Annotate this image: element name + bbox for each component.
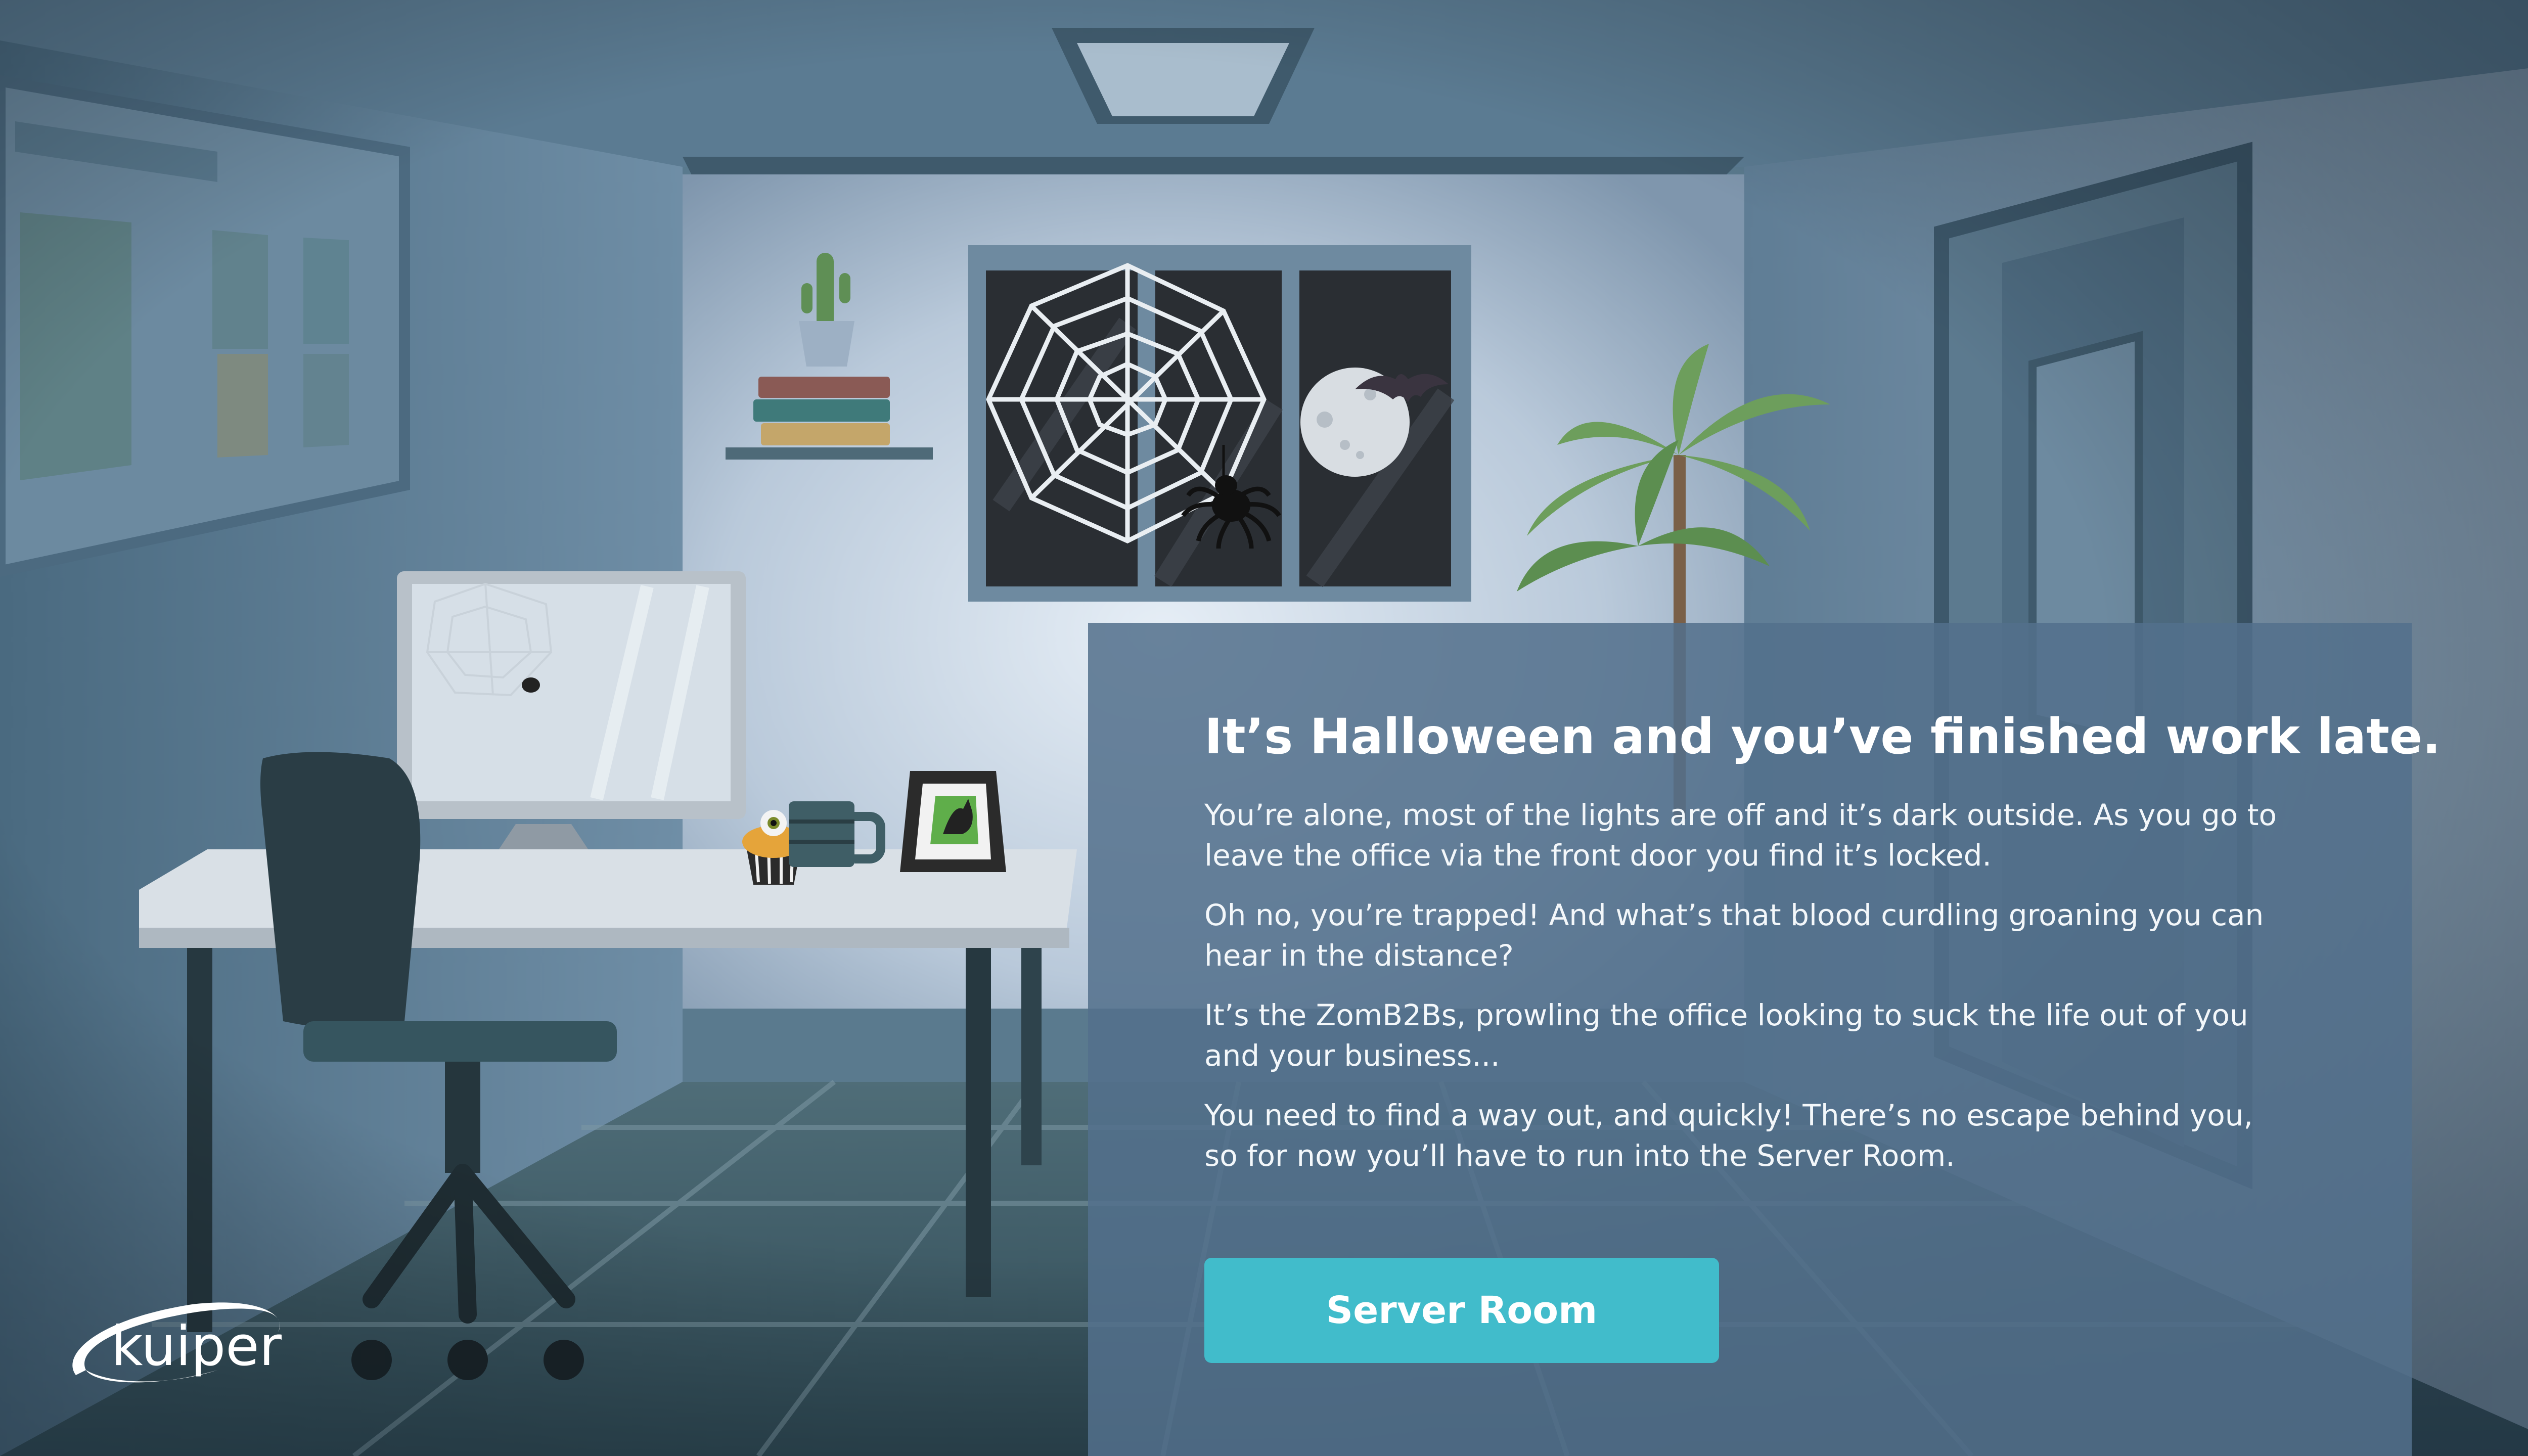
server-room-button-label: Server Room [1326, 1289, 1598, 1332]
server-room-button[interactable]: Server Room [1204, 1258, 1719, 1363]
story-paragraph: Oh no, you’re trapped! And what’s that b… [1204, 898, 2264, 973]
story-paragraph: It’s the ZomB2Bs, prowling the office lo… [1204, 998, 2248, 1073]
story-paragraph: You’re alone, most of the lights are off… [1204, 798, 2277, 873]
story-title: It’s Halloween and you’ve finished work … [1204, 708, 2441, 765]
logo-text: kuiper [111, 1315, 282, 1378]
story-paragraph: You need to find a way out, and quickly!… [1204, 1098, 2253, 1173]
game-scene: It’s Halloween and you’ve finished work … [0, 0, 2528, 1456]
kuiper-logo: kuiper [72, 1302, 282, 1383]
